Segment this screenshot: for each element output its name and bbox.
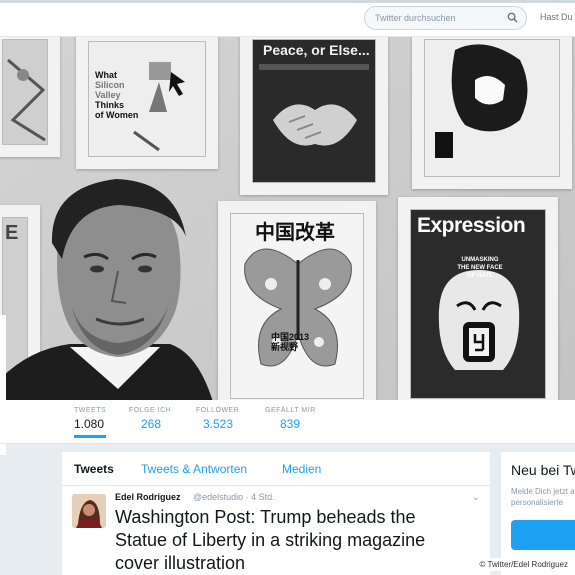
framed-cover-expression: Expression UNMASKING THE NEW FACE OF HAT… [398,197,558,400]
timeline-tabs: Tweets Tweets & Antworten Medien [62,452,490,486]
tweet-text: Washington Post: Trump beheads the Statu… [115,507,426,573]
stat-following[interactable]: FOLGE ICH 268 [129,407,171,431]
chevron-down-icon[interactable]: ⌄ [472,492,480,503]
stat-tweets[interactable]: TWEETS 1.080 [74,407,107,438]
cover-text-line: Valley [95,90,121,100]
stat-label: TWEETS [74,407,107,414]
tweet-item[interactable]: Edel Rodriguez @edelstudio · 4 Std. ⌄ Wa… [62,486,490,575]
description-line: personalisierte [511,498,564,507]
tweet-author-meta[interactable]: @edelstudio · 4 Std. [193,492,275,502]
framed-cover-left-top [0,37,60,157]
cover-text-line: Silicon [95,80,125,90]
cover-subtitle-line: 中国2013 [271,332,310,342]
stat-likes[interactable]: GEFÄLLT MIR 839 [265,407,316,431]
framed-cover-silicon-valley: What Silicon Valley Thinks of Women [76,37,218,169]
stat-value: 839 [280,417,301,431]
stat-label: FOLGE ICH [129,407,172,414]
cover-subtitle-china: 中国2013 新视野 [271,332,309,352]
tweet-author-name[interactable]: Edel Rodriguez [115,492,181,502]
cover-text-line: of Women [95,110,139,120]
stat-followers[interactable]: FOLLOWER 3.523 [196,407,239,431]
signup-module-title: Neu bei Twitter? [511,462,575,478]
avatar[interactable] [72,494,106,528]
framed-cover-peace: Peace, or Else... [240,37,388,195]
stat-label: GEFÄLLT MIR [265,407,316,414]
tab-tweets[interactable]: Tweets [74,462,114,476]
stat-value: 1.080 [74,417,105,431]
top-accent-bar [0,0,575,3]
stat-value: 3.523 [203,417,234,431]
search-icon[interactable] [507,12,518,23]
cover-subtitle-line: 新视野 [271,342,299,352]
top-navigation: Twitter durchsuchen Hast Du [0,0,575,37]
search-input[interactable]: Twitter durchsuchen [375,13,456,23]
framed-cover-top-right [412,37,572,189]
tab-media[interactable]: Medien [282,462,321,476]
signup-button[interactable] [511,520,575,550]
stat-value: 268 [141,417,162,431]
tab-tweets-and-replies[interactable]: Tweets & Antworten [141,462,247,476]
cover-caption-expression: UNMASKING THE NEW FACE OF HATE [457,257,503,279]
profile-header-photo: What Silicon Valley Thinks of Women Peac… [0,37,575,400]
cover-text-line: Thinks [95,100,125,110]
description-line: Melde Dich jetzt an und [511,487,575,496]
signup-prompt-link[interactable]: Hast Du [540,12,573,22]
cover-text-line: What [95,70,117,80]
profile-portrait [0,179,213,400]
profile-stats-nav: TWEETS 1.080 FOLGE ICH 268 FOLLOWER 3.52… [0,400,575,444]
signup-module: Neu bei Twitter? Melde Dich jetzt an und… [501,452,575,575]
photo-credit: © Twitter/Edel Rodriguez [476,558,571,571]
search-box[interactable]: Twitter durchsuchen [364,6,527,30]
framed-cover-china-reform: 中国改革 中国2013 新视野 [218,201,376,400]
signup-module-description: Melde Dich jetzt an und personalisierte [511,486,575,508]
timeline: Tweets Tweets & Antworten Medien Edel Ro… [62,452,490,575]
stat-label: FOLLOWER [196,407,240,414]
